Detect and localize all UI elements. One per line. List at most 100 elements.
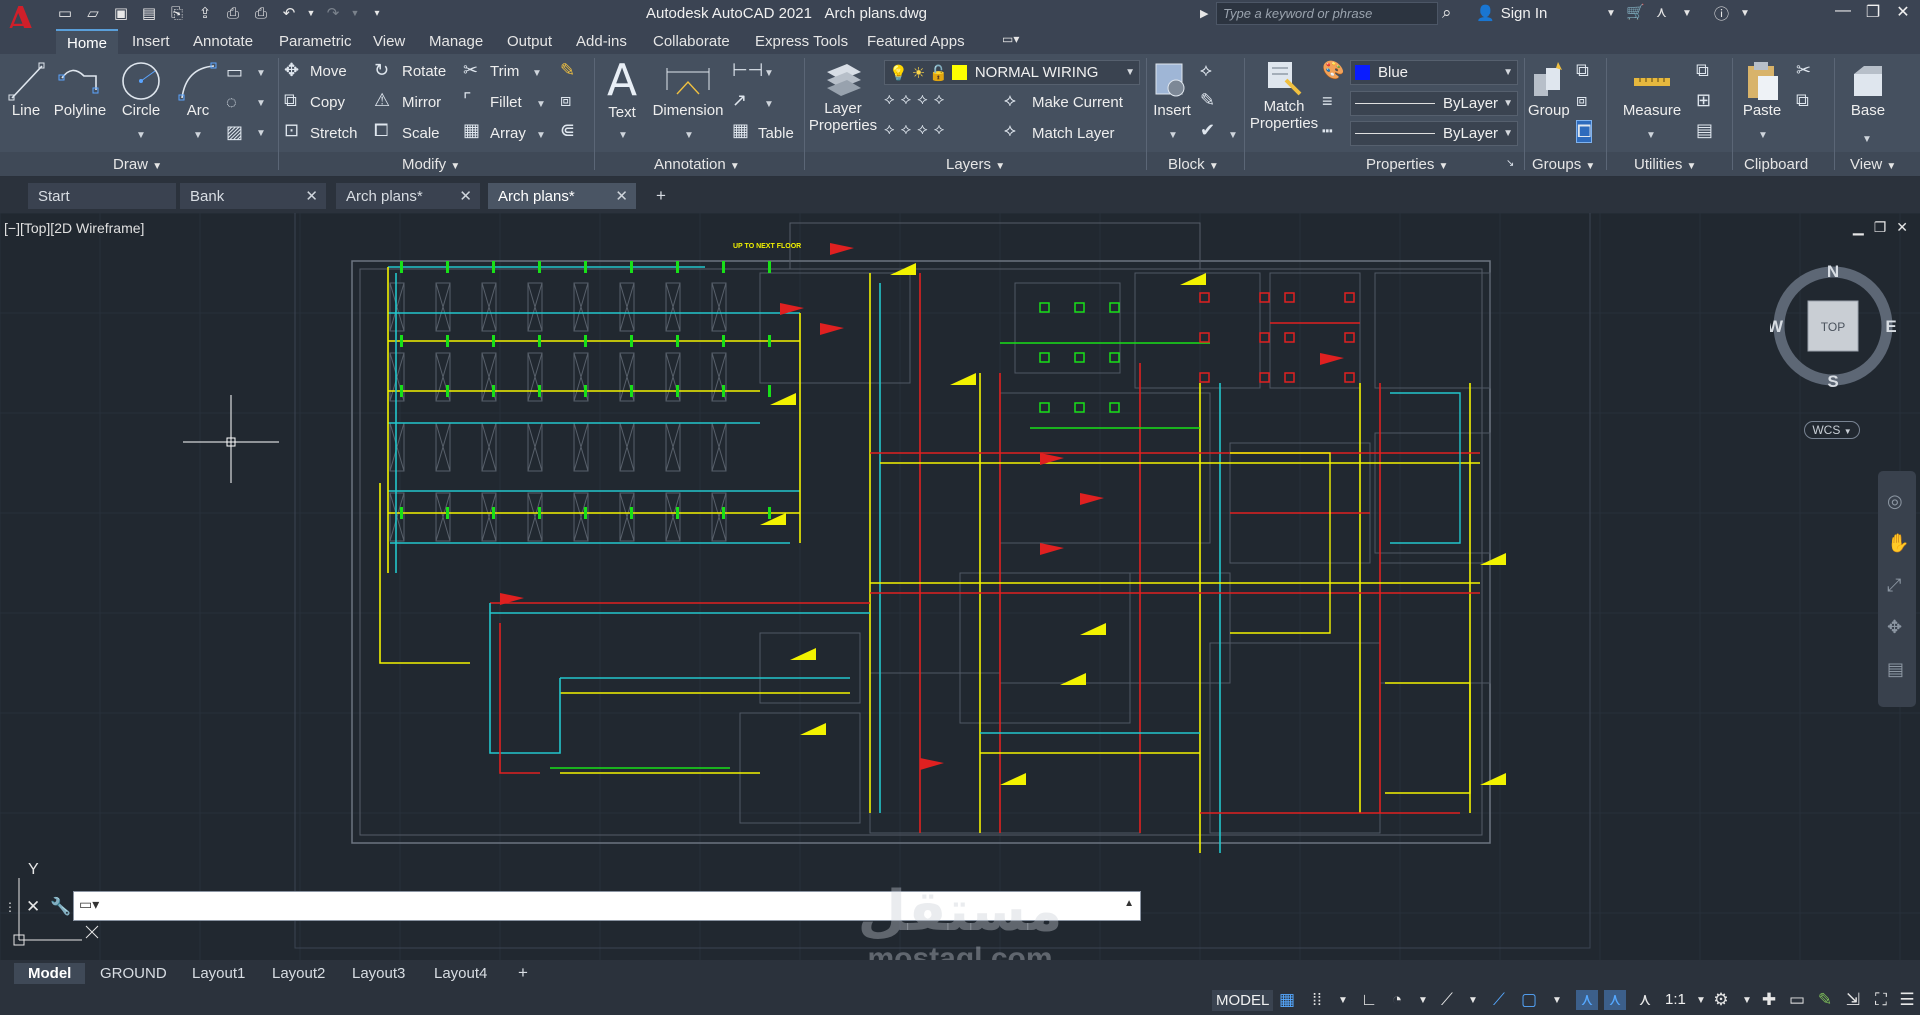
quick-select-icon[interactable]: ⧉ <box>1696 60 1709 81</box>
modify-panel-title[interactable]: Modify ▼ <box>402 156 460 173</box>
hardware-acceleration-icon[interactable]: ⇲ <box>1842 990 1864 1010</box>
arc-dropdown-icon[interactable]: ▼ <box>193 130 203 141</box>
copy-clip-icon[interactable]: ⧉ <box>1796 90 1809 111</box>
close-tab-icon[interactable]: ✕ <box>459 187 472 205</box>
tab-express-tools[interactable]: Express Tools <box>755 33 848 50</box>
workspace-gear-icon[interactable]: ⚙ <box>1710 990 1732 1010</box>
units-icon[interactable]: ▭ <box>1786 990 1808 1010</box>
tab-parametric[interactable]: Parametric <box>279 33 352 50</box>
block-panel-title[interactable]: Block ▼ <box>1168 156 1219 173</box>
wcs-menu[interactable]: WCS ▼ <box>1804 421 1860 439</box>
rectangle-icon[interactable]: ▭ <box>226 62 243 83</box>
properties-panel-title[interactable]: Properties ▼ <box>1366 156 1448 173</box>
signin-dropdown-icon[interactable]: ▼ <box>1606 8 1616 19</box>
insert-dropdown-icon[interactable]: ▼ <box>1168 130 1178 141</box>
array-icon[interactable]: ▦ <box>463 120 480 141</box>
linear-dim-icon[interactable]: ⊢⊣ <box>732 60 763 81</box>
lineweight-icon[interactable]: ≡ <box>1322 91 1333 112</box>
calculator-icon[interactable]: ▤ <box>1696 120 1713 141</box>
tab-output[interactable]: Output <box>507 33 552 50</box>
help-icon[interactable]: ⓘ <box>1714 3 1729 24</box>
isodraft-icon[interactable]: ⟋ <box>1436 990 1458 1010</box>
array-button[interactable]: Array <box>490 125 526 142</box>
leader-dropdown-icon[interactable]: ▼ <box>764 99 774 110</box>
auto-scale-icon[interactable]: ⋏ <box>1604 990 1626 1010</box>
polyline-button[interactable]: Polyline <box>52 60 108 120</box>
layer-tools-row-2-icon[interactable]: ⟡⟡⟡⟡ <box>884 121 1004 139</box>
measure-button[interactable]: Measure <box>1616 64 1688 120</box>
copy-button[interactable]: Copy <box>310 94 345 111</box>
cut-icon[interactable]: ✂ <box>1796 60 1811 81</box>
osnap-dropdown-icon[interactable]: ▼ <box>1546 995 1568 1006</box>
group-button[interactable]: Group <box>1528 58 1570 120</box>
line-button[interactable]: Line <box>6 60 46 120</box>
fillet-button[interactable]: Fillet <box>490 94 522 111</box>
plot-icon[interactable]: ⎙ <box>222 2 244 24</box>
base-dropdown-icon[interactable]: ▼ <box>1862 134 1872 145</box>
fillet-icon[interactable]: ⌜ <box>463 90 471 111</box>
model-space-toggle[interactable]: MODEL <box>1212 990 1274 1011</box>
layout-tab-layout4[interactable]: Layout4 <box>420 963 501 984</box>
utilities-panel-title[interactable]: Utilities ▼ <box>1634 156 1696 173</box>
attributes-dropdown-icon[interactable]: ▼ <box>1228 130 1238 141</box>
scale-button[interactable]: Scale <box>402 125 440 142</box>
snap-dropdown-icon[interactable]: ▼ <box>1332 995 1354 1006</box>
orbit-icon[interactable]: ✥ <box>1887 617 1902 638</box>
save-as-icon[interactable]: ▤ <box>138 2 160 24</box>
text-dropdown-icon[interactable]: ▼ <box>618 130 628 141</box>
color-wheel-icon[interactable]: 🎨 <box>1322 60 1344 81</box>
match-layer-icon[interactable]: ⟡ <box>1004 120 1016 141</box>
tab-insert[interactable]: Insert <box>132 33 170 50</box>
polar-dropdown-icon[interactable]: ▼ <box>1412 995 1434 1006</box>
command-prompt-icon[interactable]: ▭▾ <box>79 896 99 913</box>
doc-tab-bank[interactable]: Bank ✕ <box>180 183 326 209</box>
move-button[interactable]: Move <box>310 63 347 80</box>
grid-icon[interactable]: ▦ <box>1276 990 1298 1010</box>
ungroup-icon[interactable]: ⧉ <box>1576 60 1589 81</box>
properties-launcher-icon[interactable]: ↘ <box>1506 158 1514 169</box>
edit-attributes-icon[interactable]: ✔ <box>1200 120 1215 141</box>
hatch-icon[interactable]: ◌ <box>226 92 237 113</box>
object-snap-icon[interactable]: ▢ <box>1518 990 1540 1010</box>
layers-panel-title[interactable]: Layers ▼ <box>946 156 1005 173</box>
linetype-icon[interactable]: ┅ <box>1322 121 1333 142</box>
polar-icon[interactable]: ◔ <box>1386 990 1408 1010</box>
layout-tab-layout3[interactable]: Layout3 <box>338 963 419 984</box>
lineweight-dropdown[interactable]: ByLayer ▼ <box>1350 91 1518 116</box>
layout-tab-layout2[interactable]: Layout2 <box>258 963 339 984</box>
new-tab-icon[interactable]: + <box>650 183 676 209</box>
rectangle-dropdown-icon[interactable]: ▼ <box>256 68 266 79</box>
layout-tab-model[interactable]: Model <box>14 963 86 984</box>
showmotion-icon[interactable]: ▤ <box>1887 659 1904 680</box>
tab-collaborate[interactable]: Collaborate <box>653 33 730 50</box>
isodraft-dropdown-icon[interactable]: ▼ <box>1462 995 1484 1006</box>
command-history-icon[interactable]: ▲ <box>1124 898 1134 909</box>
open-folder-icon[interactable]: ▱ <box>82 2 104 24</box>
viewport-controls[interactable]: [−][Top][2D Wireframe] <box>4 220 144 236</box>
group-edit-icon[interactable]: ⧈ <box>1576 90 1587 111</box>
move-icon[interactable]: ✥ <box>284 60 299 81</box>
dimension-button[interactable]: Dimension <box>650 60 726 120</box>
view-panel-title[interactable]: View ▼ <box>1850 156 1896 173</box>
create-block-icon[interactable]: ⟡ <box>1200 60 1212 81</box>
cart-icon[interactable]: 🛒 <box>1626 3 1645 21</box>
annotation-panel-title[interactable]: Annotation ▼ <box>654 156 740 173</box>
scale-icon[interactable]: ⧠ <box>374 120 388 141</box>
text-button[interactable]: A Text <box>602 58 642 122</box>
clean-screen-icon[interactable]: ⛶ <box>1870 990 1892 1010</box>
close-tab-icon[interactable]: ✕ <box>305 187 318 205</box>
groups-panel-title[interactable]: Groups ▼ <box>1532 156 1595 173</box>
make-current-button[interactable]: Make Current <box>1032 94 1123 111</box>
match-layer-button[interactable]: Match Layer <box>1032 125 1115 142</box>
dimension-dropdown-icon[interactable]: ▼ <box>684 130 694 141</box>
grip-icon[interactable]: ⋮ <box>4 900 16 914</box>
select-all-icon[interactable]: ⊞ <box>1696 90 1711 111</box>
trim-button[interactable]: Trim <box>490 63 519 80</box>
save-to-web-icon[interactable]: ⇪ <box>194 2 216 24</box>
table-button[interactable]: Table <box>758 125 794 142</box>
gradient-icon[interactable]: ▨ <box>226 122 243 143</box>
rotate-button[interactable]: Rotate <box>402 63 446 80</box>
doc-tab-arch-plans-2[interactable]: Arch plans* ✕ <box>488 183 636 209</box>
steering-wheel-icon[interactable]: ◎ <box>1887 491 1903 512</box>
color-dropdown[interactable]: Blue ▼ <box>1350 60 1518 85</box>
